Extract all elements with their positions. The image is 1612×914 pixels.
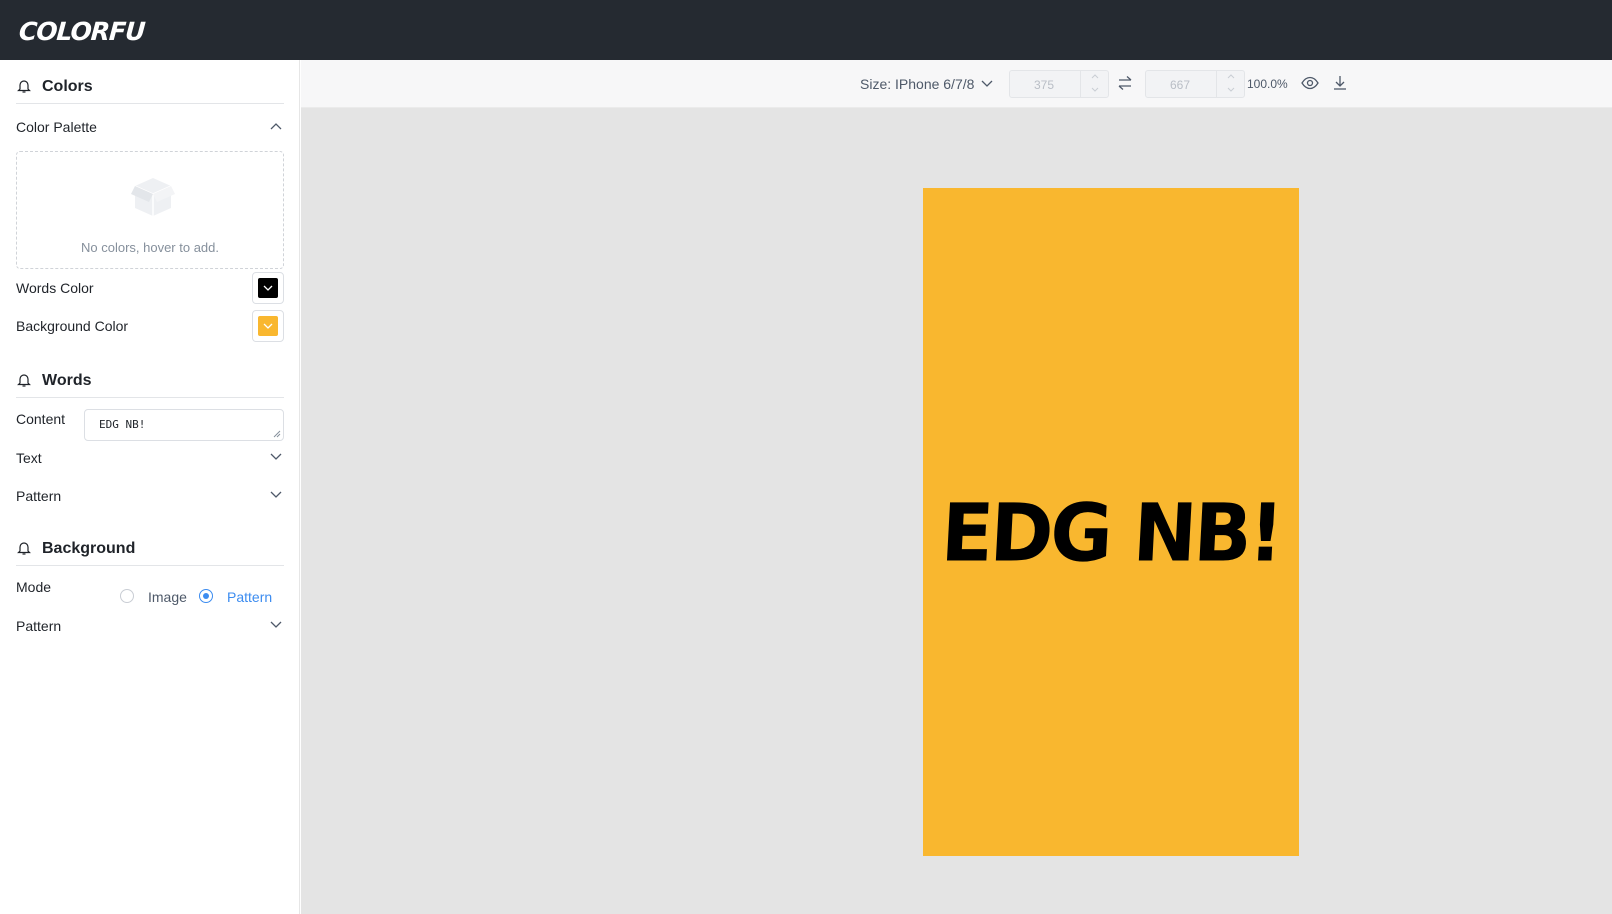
background-color-label: Background Color bbox=[16, 318, 129, 334]
wallpaper-canvas: EDG NB! bbox=[923, 188, 1299, 856]
height-value: 667 bbox=[1169, 78, 1191, 92]
swap-dimensions-icon[interactable] bbox=[1117, 75, 1133, 91]
background-color-picker[interactable] bbox=[252, 310, 284, 342]
zoom-level: 100.0% bbox=[1247, 77, 1288, 91]
color-palette-toggle[interactable]: Color Palette bbox=[16, 111, 284, 143]
chevron-down-icon[interactable] bbox=[1091, 87, 1099, 92]
background-pattern-toggle[interactable]: Pattern bbox=[16, 610, 284, 642]
bell-icon bbox=[17, 374, 31, 387]
top-bar: COLORFU bbox=[0, 0, 1612, 60]
width-stepper[interactable] bbox=[1080, 71, 1108, 97]
background-color-row: Background Color bbox=[16, 310, 284, 342]
background-section-title: Background bbox=[42, 540, 136, 557]
width-value: 375 bbox=[1033, 78, 1055, 92]
mode-pattern-radio[interactable] bbox=[199, 589, 213, 603]
content-label: Content bbox=[16, 411, 66, 427]
words-color-picker[interactable] bbox=[252, 272, 284, 304]
words-section-header: Words bbox=[16, 358, 284, 398]
color-palette-label: Color Palette bbox=[16, 119, 97, 135]
height-stepper[interactable] bbox=[1216, 71, 1244, 97]
mode-pattern-label[interactable]: Pattern bbox=[227, 589, 272, 605]
app-logo[interactable]: COLORFU bbox=[18, 17, 146, 46]
chevron-up-icon[interactable] bbox=[1227, 74, 1235, 79]
background-section-header: Background bbox=[16, 526, 284, 566]
width-input[interactable]: 375 bbox=[1009, 70, 1109, 98]
chevron-up-icon[interactable] bbox=[270, 122, 282, 130]
chevron-down-icon bbox=[263, 285, 273, 291]
chevron-down-icon[interactable] bbox=[270, 453, 282, 461]
words-pattern-toggle[interactable]: Pattern bbox=[16, 480, 284, 512]
resize-grip-icon[interactable] bbox=[273, 430, 281, 438]
bell-icon bbox=[17, 80, 31, 93]
eye-icon[interactable] bbox=[1301, 75, 1319, 91]
settings-sidebar: Colors Color Palette No colors, hover to… bbox=[0, 60, 300, 914]
mode-label: Mode bbox=[16, 579, 52, 595]
chevron-down-icon[interactable] bbox=[981, 80, 993, 88]
chevron-down-icon bbox=[263, 323, 273, 329]
words-section-title: Words bbox=[42, 372, 92, 389]
color-palette-dropzone[interactable]: No colors, hover to add. bbox=[16, 151, 284, 269]
download-icon[interactable] bbox=[1333, 75, 1347, 91]
words-pattern-label: Pattern bbox=[16, 488, 62, 504]
mode-image-radio[interactable] bbox=[120, 589, 134, 603]
colors-section-header: Colors bbox=[16, 64, 284, 104]
background-pattern-label: Pattern bbox=[16, 618, 62, 634]
background-color-swatch bbox=[258, 316, 278, 336]
bell-icon bbox=[17, 542, 31, 555]
size-select[interactable]: Size: IPhone 6/7/8 bbox=[860, 76, 974, 92]
content-value: EDG NB! bbox=[99, 418, 146, 431]
height-input[interactable]: 667 bbox=[1145, 70, 1245, 98]
words-color-swatch bbox=[258, 278, 278, 298]
empty-box-icon bbox=[131, 178, 175, 216]
preview-area: Size: IPhone 6/7/8 375 667 100.0% EDG NB… bbox=[301, 60, 1612, 914]
text-settings-toggle[interactable]: Text bbox=[16, 442, 284, 474]
wallpaper-text: EDG NB! bbox=[939, 485, 1283, 580]
chevron-down-icon[interactable] bbox=[270, 491, 282, 499]
mode-image-label[interactable]: Image bbox=[148, 589, 187, 605]
words-color-label: Words Color bbox=[16, 280, 94, 296]
text-label: Text bbox=[16, 450, 42, 466]
chevron-down-icon[interactable] bbox=[270, 621, 282, 629]
words-color-row: Words Color bbox=[16, 272, 284, 304]
colors-section-title: Colors bbox=[42, 78, 93, 95]
empty-palette-text: No colors, hover to add. bbox=[80, 240, 220, 255]
chevron-up-icon[interactable] bbox=[1091, 74, 1099, 79]
chevron-down-icon[interactable] bbox=[1227, 87, 1235, 92]
preview-toolbar: Size: IPhone 6/7/8 375 667 100.0% bbox=[301, 60, 1612, 108]
content-textarea[interactable]: EDG NB! bbox=[84, 409, 284, 441]
